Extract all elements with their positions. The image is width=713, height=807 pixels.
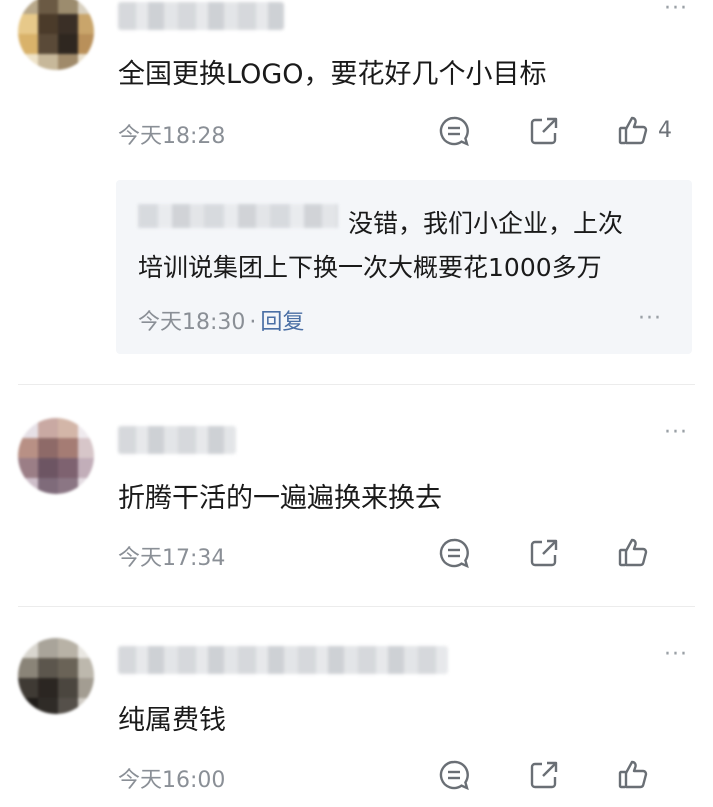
more-icon[interactable]: ··· (664, 422, 688, 444)
reply-username-redacted[interactable] (138, 204, 338, 228)
reply-box: 没错，我们小企业，上次 培训说集团上下换一次大概要花1000多万 今天18:30… (116, 180, 692, 354)
comment-text: 折腾干活的一遍遍换来换去 (118, 483, 442, 514)
comment-item: ··· 纯属费钱 今天16:00 (0, 622, 713, 807)
comment-text: 纯属费钱 (118, 705, 226, 736)
avatar[interactable] (18, 0, 94, 70)
username-redacted[interactable] (118, 426, 236, 454)
share-icon[interactable] (527, 758, 561, 792)
more-icon[interactable]: ··· (664, 0, 688, 20)
username-redacted[interactable] (118, 2, 284, 30)
comment-time: 今天18:28 (118, 124, 226, 149)
comment-time: 今天16:00 (118, 768, 226, 793)
reply-time: 今天18:30 (138, 310, 246, 335)
share-icon[interactable] (527, 536, 561, 570)
comment-icon[interactable] (437, 758, 471, 792)
reply-button[interactable]: 回复 (260, 310, 304, 335)
thumbs-up-icon[interactable] (616, 113, 650, 147)
divider (18, 384, 695, 385)
comment-icon[interactable] (437, 536, 471, 570)
avatar[interactable] (18, 638, 94, 714)
like-count: 4 (658, 118, 672, 143)
reply-text-line2: 培训说集团上下换一次大概要花1000多万 (138, 253, 602, 282)
comment-icon[interactable] (437, 114, 471, 148)
separator-dot: · (249, 310, 257, 335)
thumbs-up-icon[interactable] (616, 757, 650, 791)
comment-item: ··· 全国更换LOGO，要花好几个小目标 今天18:28 4 没错，我们小企业… (0, 0, 713, 370)
more-icon[interactable]: ··· (638, 308, 662, 330)
avatar[interactable] (18, 418, 94, 494)
reply-text-line1: 没错，我们小企业，上次 (348, 209, 624, 238)
username-redacted[interactable] (118, 646, 448, 674)
thumbs-up-icon[interactable] (616, 535, 650, 569)
comment-time: 今天17:34 (118, 546, 226, 571)
share-icon[interactable] (527, 114, 561, 148)
comment-item: ··· 折腾干活的一遍遍换来换去 今天17:34 (0, 400, 713, 600)
reply-meta: 今天18:30 · 回复 (138, 304, 304, 336)
more-icon[interactable]: ··· (664, 644, 688, 666)
divider (18, 606, 695, 607)
comment-text: 全国更换LOGO，要花好几个小目标 (118, 59, 547, 90)
